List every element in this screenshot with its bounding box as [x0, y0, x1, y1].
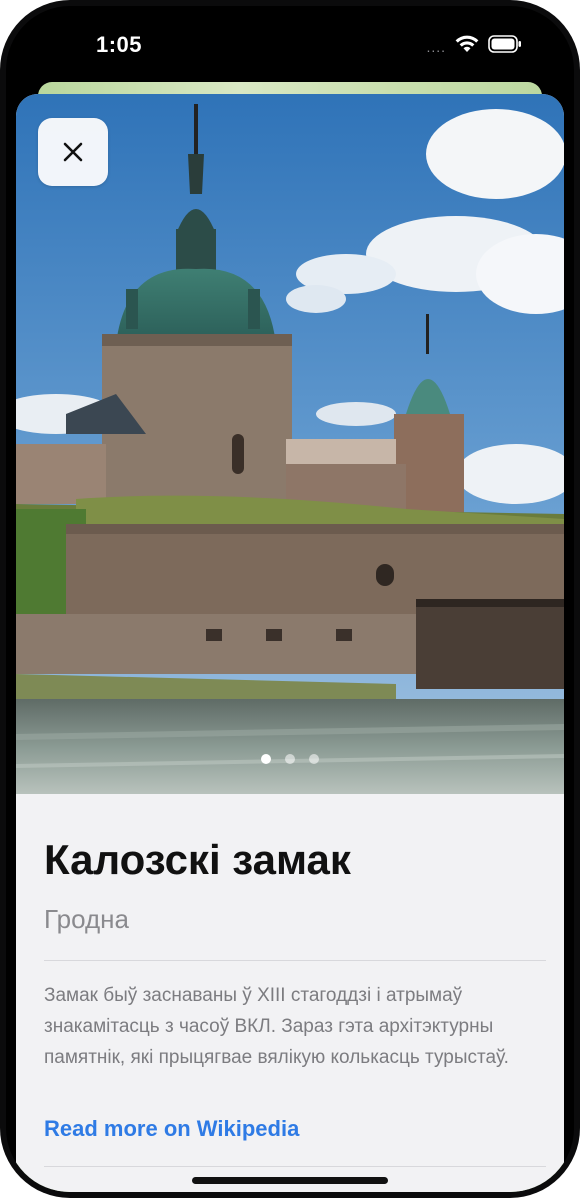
- page-dot-1[interactable]: [261, 754, 271, 764]
- battery-icon: [488, 35, 522, 58]
- place-title: Калозскі замак: [44, 836, 351, 883]
- screen: 1:05 .... Калозскі замак Гродна Замак бы…: [6, 6, 574, 1192]
- place-city: Гродна: [44, 904, 129, 934]
- page-dot-2[interactable]: [285, 754, 295, 764]
- place-description: Замак быў заснаваны ў XIII стагоддзі і а…: [44, 985, 509, 1068]
- status-icons: ....: [426, 34, 522, 59]
- page-dot-3[interactable]: [309, 754, 319, 764]
- page-indicator[interactable]: [16, 754, 564, 764]
- status-time: 1:05: [96, 32, 143, 57]
- divider-bottom: [44, 1166, 546, 1167]
- wikipedia-link[interactable]: Read more on Wikipedia: [44, 1116, 299, 1142]
- wifi-icon: [454, 34, 480, 59]
- castle-photo: [16, 94, 564, 794]
- signal-icon: ....: [426, 38, 446, 55]
- divider: [44, 960, 546, 961]
- home-indicator[interactable]: [192, 1177, 388, 1184]
- close-icon: [63, 142, 83, 162]
- place-detail-card: Калозскі замак Гродна Замак быў заснаван…: [16, 94, 564, 1192]
- device-frame: 1:05 .... Калозскі замак Гродна Замак бы…: [0, 0, 580, 1198]
- place-photo-carousel[interactable]: [16, 94, 564, 794]
- close-button[interactable]: [38, 118, 108, 186]
